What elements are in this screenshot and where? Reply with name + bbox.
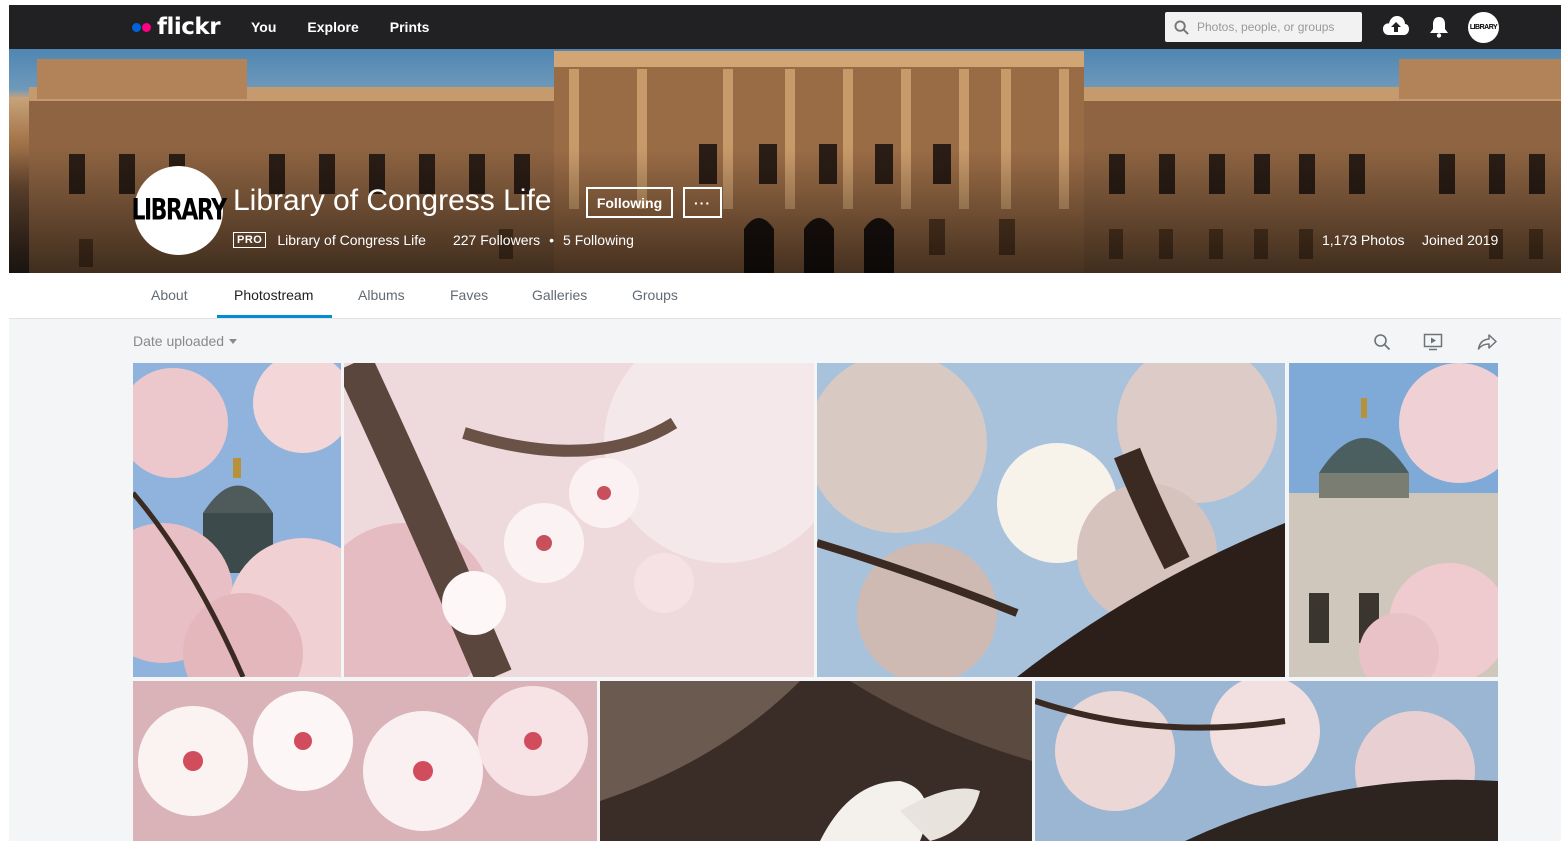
photo-white-blossoms[interactable] — [133, 681, 597, 841]
photo-branch-blossoms[interactable] — [1035, 681, 1498, 841]
upload-icon[interactable] — [1382, 15, 1410, 42]
slideshow-button[interactable] — [1422, 331, 1444, 353]
joined-date: Joined 2019 — [1422, 232, 1499, 248]
nav-link-explore[interactable]: Explore — [307, 19, 358, 35]
photo-bark-petal[interactable] — [600, 681, 1032, 841]
followers-link[interactable]: 227 Followers — [453, 232, 540, 248]
tab-groups[interactable]: Groups — [632, 287, 678, 318]
share-button[interactable] — [1476, 331, 1498, 353]
search-box[interactable] — [1165, 12, 1362, 42]
more-options-button[interactable]: ··· — [683, 187, 722, 218]
search-icon — [1174, 19, 1189, 35]
meta-separator: • — [549, 232, 555, 248]
slideshow-icon — [1423, 333, 1443, 351]
photos-count: 1,173 Photos — [1322, 232, 1405, 248]
search-input[interactable] — [1197, 20, 1357, 34]
profile-avatar[interactable]: LIBRARY — [131, 166, 227, 255]
following-link[interactable]: 5 Following — [563, 232, 634, 248]
tab-albums[interactable]: Albums — [358, 287, 405, 318]
nav-links: You Explore Prints — [251, 5, 460, 49]
logo-pink-dot — [142, 22, 151, 32]
search-icon — [1374, 334, 1391, 351]
sort-label: Date uploaded — [133, 333, 225, 349]
user-avatar[interactable]: LIBRARY — [1468, 12, 1499, 43]
top-nav: flickr You Explore Prints LIBRARY — [9, 5, 1561, 49]
tab-galleries[interactable]: Galleries — [532, 287, 587, 318]
nav-link-prints[interactable]: Prints — [390, 19, 430, 35]
profile-avatar-text: LIBRARY — [131, 193, 227, 228]
photo-dome-blossoms[interactable] — [133, 363, 341, 677]
profile-meta: PRO Library of Congress Life 227 Followe… — [233, 231, 634, 249]
user-avatar-text: LIBRARY — [1469, 24, 1498, 31]
pro-badge: PRO — [233, 232, 267, 248]
photo-blossom-closeup[interactable] — [344, 363, 814, 677]
notifications-bell-icon[interactable] — [1429, 16, 1449, 43]
tab-faves[interactable]: Faves — [450, 287, 488, 318]
logo-wordmark: flickr — [157, 14, 221, 40]
cover-photo: LIBRARY Library of Congress Life Followi… — [9, 49, 1561, 273]
share-icon — [1477, 334, 1497, 350]
photo-tree-canopy[interactable] — [817, 363, 1285, 677]
sort-dropdown[interactable]: Date uploaded — [133, 333, 238, 349]
search-photostream-button[interactable] — [1371, 331, 1393, 353]
logo-blue-dot — [132, 22, 141, 32]
profile-tabs: About Photostream Albums Faves Galleries… — [9, 273, 1561, 319]
profile-username: Library of Congress Life — [277, 232, 426, 248]
caret-down-icon — [229, 338, 238, 344]
photo-building-blossoms[interactable] — [1289, 363, 1498, 677]
profile-name: Library of Congress Life — [233, 184, 552, 217]
nav-link-you[interactable]: You — [251, 19, 276, 35]
flickr-logo[interactable]: flickr — [132, 14, 221, 40]
following-button[interactable]: Following — [586, 187, 673, 218]
tab-photostream[interactable]: Photostream — [216, 287, 333, 318]
tab-about[interactable]: About — [151, 287, 188, 318]
